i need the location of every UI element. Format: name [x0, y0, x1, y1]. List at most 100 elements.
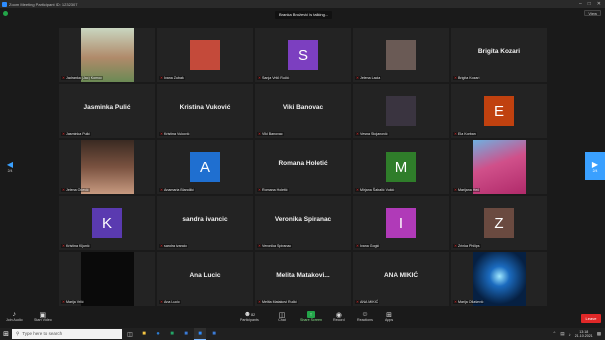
participant-tile[interactable]: Z ✕ Zrinka Philips — [451, 196, 547, 250]
search-icon: ⚲ — [16, 331, 20, 336]
participant-name-label: ✕ Zrinka Philips — [453, 244, 481, 248]
participant-name-label: ✕ Vesna Stojanović — [355, 132, 389, 136]
chevron-up-icon[interactable]: ⌃ — [552, 331, 556, 337]
participant-tile[interactable]: Melita Matakovi... ✕ Melita Matakovi Ručić — [255, 252, 351, 306]
avatar: I — [386, 208, 416, 238]
muted-mic-icon: ✕ — [62, 188, 66, 192]
muted-mic-icon: ✕ — [258, 76, 262, 80]
avatar: S — [288, 40, 318, 70]
participant-tile[interactable]: ✕ Marijana Heč — [451, 140, 547, 194]
participant-tile[interactable]: E ✕ Ela Korban — [451, 84, 547, 138]
muted-mic-icon: ✕ — [62, 300, 66, 304]
participant-name: Jelena Očević — [66, 188, 89, 192]
volume-icon[interactable]: ♪ — [568, 332, 570, 337]
participant-video — [81, 140, 134, 194]
participant-name: Marijana Heč — [458, 188, 480, 192]
participant-name: Kristina Kljunić — [66, 244, 90, 248]
participant-tile[interactable]: Brigita Kozari ✕ Brigita Kozari — [451, 28, 547, 82]
participant-tile[interactable]: Ana Lucic ✕ Ana Lucic — [157, 252, 253, 306]
view-button[interactable]: View — [584, 10, 601, 16]
shield-icon[interactable] — [3, 11, 8, 16]
participant-tile[interactable]: ANA MIKIĆ ✕ ANA MIKIĆ — [353, 252, 449, 306]
search-placeholder: Type here to search — [22, 331, 63, 336]
task-view-icon[interactable]: ◫ — [124, 328, 136, 340]
taskbar-search-box[interactable]: ⚲ Type here to search — [12, 329, 122, 339]
participant-name: Jadranka (Jac) Komoc — [66, 76, 102, 80]
word-icon[interactable]: ■ — [180, 328, 192, 340]
muted-mic-icon: ✕ — [160, 300, 164, 304]
participant-tile[interactable]: A ✕ Anamaria Blandžić — [157, 140, 253, 194]
system-tray: ⌃ ▤ ♪ 13:18 21.10.2021 ▩ — [552, 330, 605, 338]
reactions-icon: ☺ — [361, 311, 369, 318]
participant-display-name: Jasminka Pulić — [83, 104, 131, 111]
participant-tile[interactable]: ✕ Jelena Očević — [59, 140, 155, 194]
network-icon[interactable]: ▤ — [560, 331, 564, 337]
participant-name: Marija Vrlić — [66, 300, 84, 304]
muted-mic-icon: ✕ — [454, 188, 458, 192]
participant-tile[interactable]: Viki Banovac ✕ Viki Banovac — [255, 84, 351, 138]
participant-tile[interactable]: Jasminka Pulić ✕ Jasminka Pulić — [59, 84, 155, 138]
muted-mic-icon: ✕ — [160, 132, 164, 136]
outlook-icon[interactable]: ■ — [208, 328, 220, 340]
apps-button[interactable]: ⊞ Apps — [385, 311, 394, 323]
clock[interactable]: 13:18 21.10.2021 — [575, 330, 593, 338]
zoom-app-icon — [2, 1, 7, 7]
file-explorer-icon[interactable]: ■ — [138, 328, 150, 340]
participants-button[interactable]: ☻ 82 Participants — [240, 311, 259, 322]
participant-display-name: Ana Lucic — [189, 272, 221, 279]
participant-tile[interactable]: Veronika Spiranac ✕ Veronika Spiranac — [255, 196, 351, 250]
participant-name-label: ✕ Jelena Lacia — [355, 76, 382, 80]
participant-tile[interactable]: ✕ Marija Vrlić — [59, 252, 155, 306]
start-video-button[interactable]: ▣ Start Video — [34, 311, 52, 323]
edge-icon[interactable]: ● — [152, 328, 164, 340]
apps-label: Apps — [385, 318, 394, 322]
participant-tile[interactable]: Kristina Vuković ✕ Kristina Vuković — [157, 84, 253, 138]
maximize-icon[interactable]: □ — [588, 1, 591, 7]
minimize-icon[interactable]: – — [579, 1, 582, 7]
muted-mic-icon: ✕ — [62, 244, 66, 248]
participant-tile[interactable]: sandra ivancic ✕ sandra ivancic — [157, 196, 253, 250]
participant-tile[interactable]: ✕ Jadranka (Jac) Komoc — [59, 28, 155, 82]
windows-start-icon[interactable]: ⊞ — [0, 328, 12, 340]
participant-tile[interactable]: K ✕ Kristina Kljunić — [59, 196, 155, 250]
participant-name-label: ✕ Ana Lucic — [159, 300, 181, 304]
avatar: M — [386, 152, 416, 182]
muted-mic-icon: ✕ — [356, 188, 360, 192]
join-audio-label: Join Audio — [6, 318, 23, 322]
muted-mic-icon: ✕ — [258, 300, 262, 304]
participant-tile[interactable]: ✕ Jelena Lacia — [353, 28, 449, 82]
muted-mic-icon: ✕ — [454, 300, 458, 304]
chat-button[interactable]: ◫ Chat — [278, 311, 286, 323]
prev-page-button[interactable]: ◀ 2/4 — [0, 152, 20, 180]
participant-name-label: ✕ sandra ivancic — [159, 244, 188, 248]
zoom-taskbar-icon[interactable]: ■ — [194, 328, 206, 340]
record-button[interactable]: ◉ Record — [333, 311, 345, 323]
start-video-label: Start Video — [34, 318, 52, 322]
participant-tile[interactable]: M ✕ Mirjana Šabalić Vukić — [353, 140, 449, 194]
participant-tile[interactable]: ✕ Ivana Zubak — [157, 28, 253, 82]
close-icon[interactable]: ✕ — [597, 1, 601, 7]
excel-icon[interactable]: ■ — [166, 328, 178, 340]
participant-tile[interactable]: S ✕ Sanja Vrtič Ručić — [255, 28, 351, 82]
zoom-window: Zoom Meeting Participant ID: 1232307 – □… — [0, 0, 605, 340]
participant-name: Mirjana Šabalić Vukić — [360, 188, 395, 192]
next-page-button[interactable]: ▶ 2/4 — [585, 152, 605, 180]
notifications-icon[interactable]: ▩ — [597, 331, 601, 337]
participant-tile[interactable]: I ✕ Ivana Gogić — [353, 196, 449, 250]
participant-name: Romana Holetić — [262, 188, 288, 192]
participant-tile[interactable]: Romana Holetić ✕ Romana Holetić — [255, 140, 351, 194]
leave-button[interactable]: Leave — [581, 314, 601, 323]
participant-name-label: ✕ Ivana Zubak — [159, 76, 185, 80]
join-audio-button[interactable]: ♪ Join Audio — [6, 311, 23, 322]
participant-name-label: ✕ Jelena Očević — [61, 188, 90, 192]
muted-mic-icon: ✕ — [454, 244, 458, 248]
apps-icon: ⊞ — [386, 311, 393, 319]
meeting-toolbar: ♪ Join Audio ▣ Start Video ☻ 82 Participa… — [0, 309, 605, 328]
participant-tile[interactable]: ✕ Marija Ollašević — [451, 252, 547, 306]
reactions-button[interactable]: ☺ Reactions — [357, 311, 373, 322]
participant-video — [81, 252, 134, 306]
share-screen-button[interactable]: ↑ Share Screen — [300, 311, 322, 322]
participant-video — [81, 28, 134, 82]
participant-tile[interactable]: ✕ Vesna Stojanović — [353, 84, 449, 138]
participant-name-label: ✕ Romana Holetić — [257, 188, 289, 192]
